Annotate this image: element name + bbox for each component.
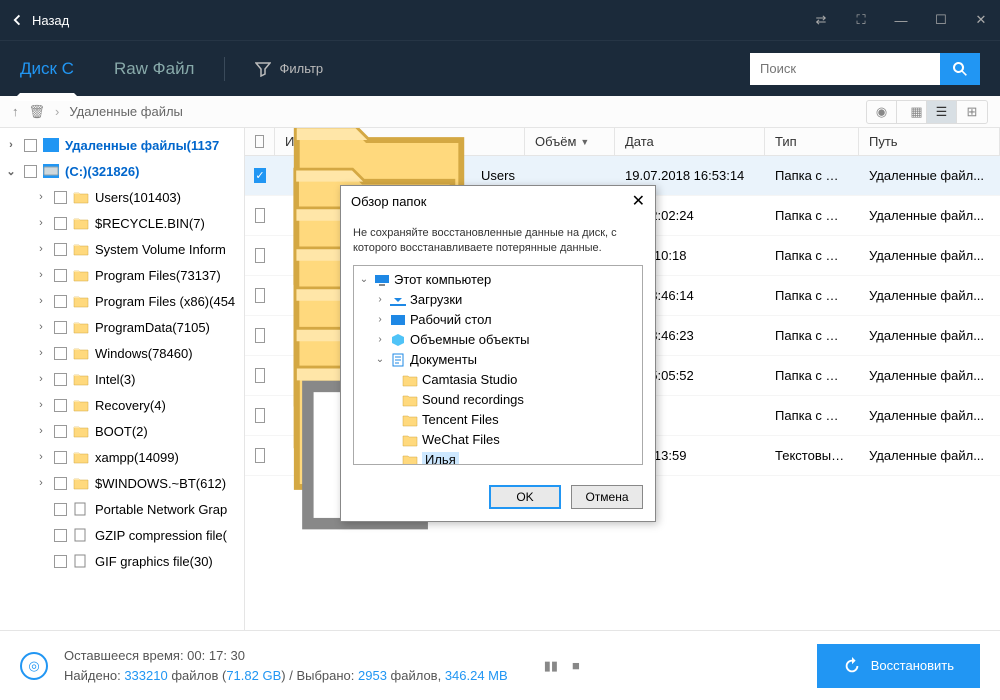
dialog-close-button[interactable]: ✕ [632,191,645,211]
dialog-title: Обзор папок [351,194,426,209]
dialog-titlebar: Обзор папок ✕ [341,186,655,216]
mtree-desktop[interactable]: ›Рабочий стол [358,310,638,330]
mtree-pc[interactable]: ⌄Этот компьютер [358,270,638,290]
mtree-tencent[interactable]: Tencent Files [358,410,638,430]
folder-browse-dialog: Обзор папок ✕ Не сохраняйте восстановлен… [340,185,656,522]
mtree-camtasia[interactable]: Camtasia Studio [358,370,638,390]
dialog-folder-tree: ⌄Этот компьютер ›Загрузки ›Рабочий стол … [353,265,643,465]
dialog-cancel-button[interactable]: Отмена [571,485,643,509]
mtree-3d-objects[interactable]: ›Объемные объекты [358,330,638,350]
mtree-downloads[interactable]: ›Загрузки [358,290,638,310]
mtree-ilya[interactable]: Илья [358,450,638,465]
mtree-documents[interactable]: ⌄Документы [358,350,638,370]
dialog-hint: Не сохраняйте восстановленные данные на … [353,226,643,257]
mtree-wechat[interactable]: WeChat Files [358,430,638,450]
dialog-ok-button[interactable]: OK [489,485,561,509]
mtree-sound[interactable]: Sound recordings [358,390,638,410]
